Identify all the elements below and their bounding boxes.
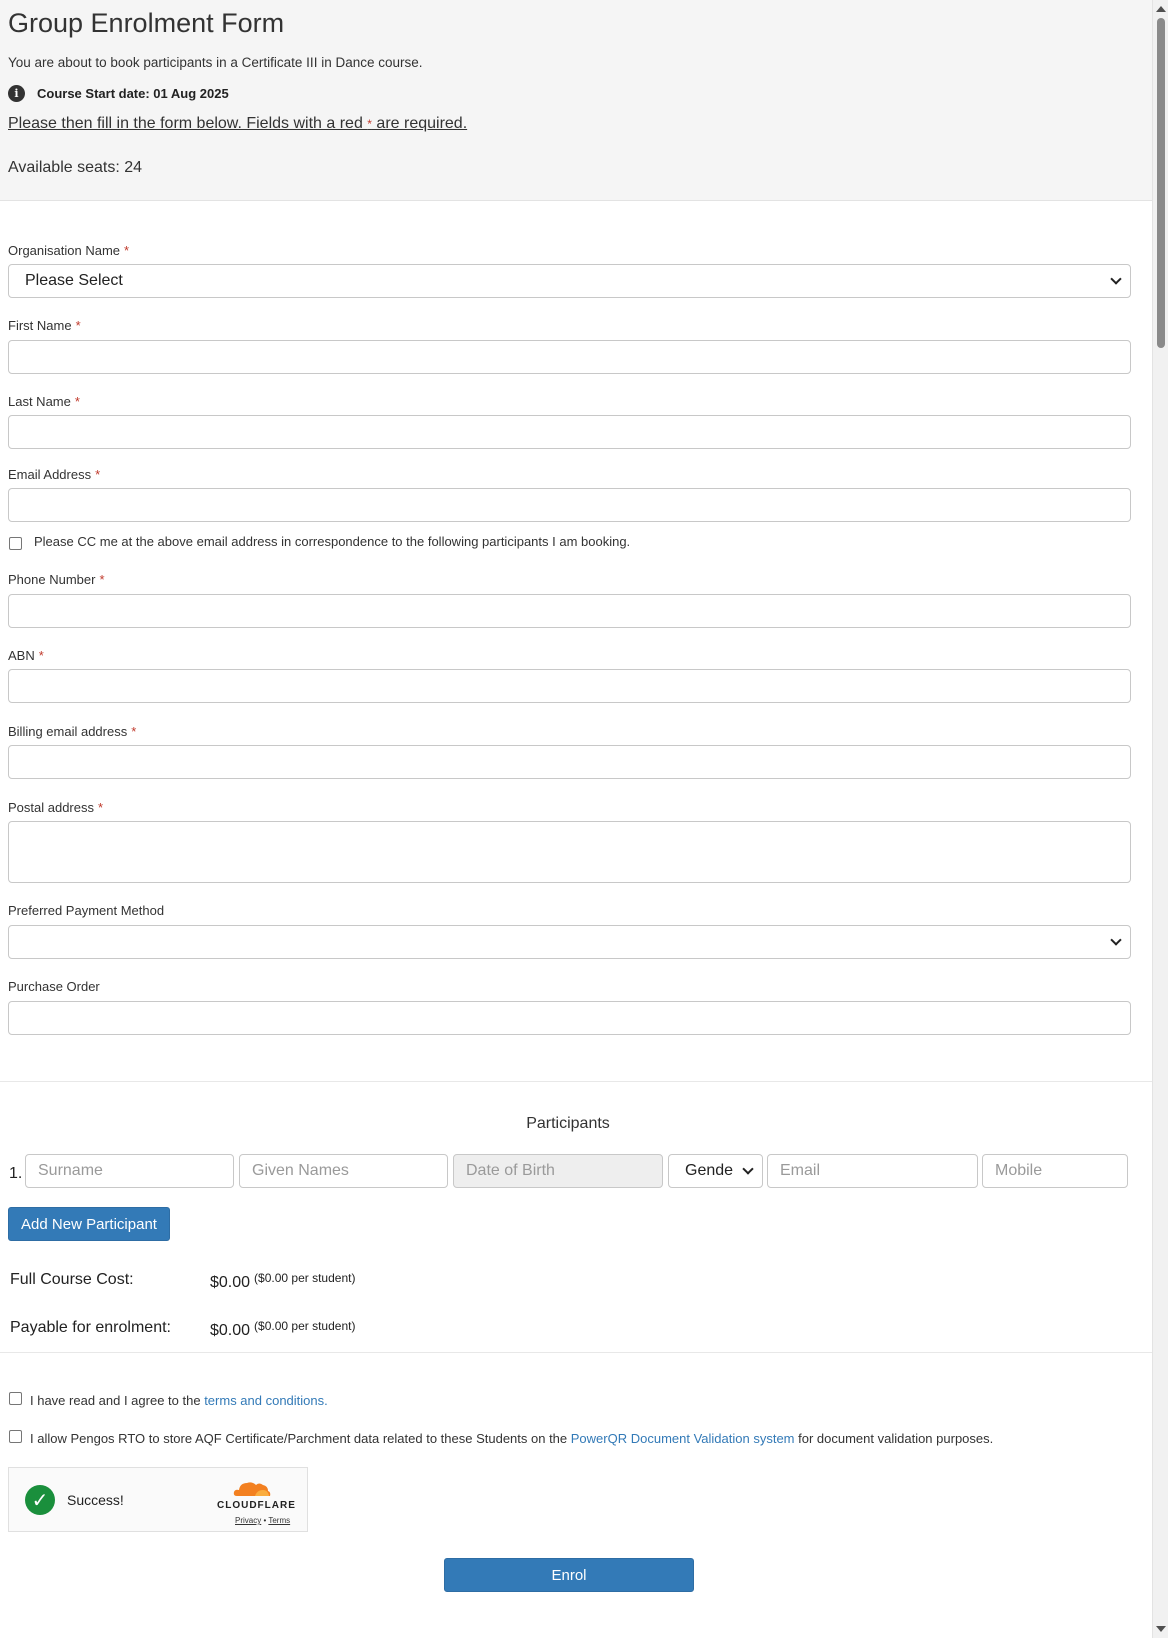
- powerqr-link[interactable]: PowerQR Document Validation system: [571, 1431, 795, 1446]
- course-start-date: Course Start date: 01 Aug 2025: [37, 86, 229, 101]
- abn-label-text: ABN: [8, 648, 35, 663]
- cloudflare-cloud-icon: [233, 1482, 271, 1496]
- section-divider: [0, 1352, 1152, 1353]
- aqf-text: I allow Pengos RTO to store AQF Certific…: [30, 1431, 571, 1446]
- purchase-order-label-text: Purchase Order: [8, 979, 100, 994]
- required-marker: *: [99, 572, 105, 587]
- captcha-status: Success!: [67, 1492, 124, 1508]
- chevron-down-icon: [1110, 934, 1122, 946]
- cc-me-checkbox[interactable]: [9, 537, 22, 550]
- aqf-consent-label: I allow Pengos RTO to store AQF Certific…: [30, 1431, 993, 1446]
- participant-given-names-input[interactable]: Given Names: [239, 1154, 448, 1188]
- organisation-select[interactable]: Please Select: [8, 264, 1131, 298]
- full-cost-amount: $0.00: [210, 1274, 251, 1291]
- phone-label-text: Phone Number: [8, 572, 96, 587]
- first-name-label-text: First Name: [8, 318, 72, 333]
- email-label: Email Address *: [8, 467, 100, 482]
- first-name-input[interactable]: [8, 340, 1131, 374]
- course-start-row: i Course Start date: 01 Aug 2025: [8, 85, 229, 102]
- full-course-cost-label: Full Course Cost:: [10, 1271, 134, 1288]
- postal-address-label: Postal address *: [8, 800, 103, 815]
- billing-email-label-text: Billing email address: [8, 724, 128, 739]
- add-participant-button[interactable]: Add New Participant: [8, 1207, 170, 1241]
- abn-label: ABN *: [8, 648, 44, 663]
- required-marker: *: [131, 724, 137, 739]
- aqf-consent-checkbox[interactable]: [9, 1430, 22, 1443]
- email-input[interactable]: [8, 488, 1131, 522]
- participant-gender-select[interactable]: Gende: [668, 1154, 763, 1188]
- organisation-label: Organisation Name *: [8, 243, 129, 258]
- form-header: Group Enrolment Form You are about to bo…: [0, 0, 1152, 201]
- billing-email-label: Billing email address *: [8, 724, 136, 739]
- instructions-text: Please then fill in the form below. Fiel…: [8, 115, 368, 132]
- form-instructions: Please then fill in the form below. Fiel…: [8, 115, 467, 133]
- page-title: Group Enrolment Form: [8, 8, 285, 38]
- full-course-cost-value: $0.00 ($0.00 per student): [210, 1271, 355, 1292]
- gender-selected-value: Gende: [685, 1162, 734, 1179]
- aqf-text-end: for document validation purposes.: [794, 1431, 994, 1446]
- course-intro: You are about to book participants in a …: [8, 55, 423, 70]
- last-name-label: Last Name *: [8, 394, 80, 409]
- participant-row-number: 1.: [9, 1165, 23, 1182]
- billing-email-input[interactable]: [8, 745, 1131, 779]
- participant-dob-input[interactable]: Date of Birth: [453, 1154, 663, 1188]
- phone-input[interactable]: [8, 594, 1131, 628]
- payable-value: $0.00 ($0.00 per student): [210, 1319, 355, 1340]
- phone-label: Phone Number *: [8, 572, 105, 587]
- first-name-label: First Name *: [8, 318, 81, 333]
- captcha-terms-link[interactable]: Terms: [268, 1516, 290, 1525]
- last-name-label-text: Last Name: [8, 394, 71, 409]
- payment-method-select[interactable]: [8, 925, 1131, 959]
- participant-surname-input[interactable]: Surname: [25, 1154, 234, 1188]
- enrol-button[interactable]: Enrol: [444, 1558, 694, 1592]
- abn-input[interactable]: [8, 669, 1131, 703]
- purchase-order-input[interactable]: [8, 1001, 1131, 1035]
- info-icon: i: [8, 85, 25, 102]
- success-check-icon: ✓: [25, 1485, 55, 1515]
- organisation-selected-value: Please Select: [25, 272, 123, 289]
- cloudflare-logo: CLOUDFLARE: [217, 1500, 296, 1511]
- chevron-down-icon: [1110, 273, 1122, 285]
- captcha-privacy-link[interactable]: Privacy: [235, 1516, 261, 1525]
- postal-address-textarea[interactable]: [8, 821, 1131, 883]
- required-marker: *: [38, 648, 44, 663]
- terms-text: I have read and I agree to the: [30, 1393, 205, 1408]
- captcha-widget: ✓ Success! CLOUDFLARE Privacy • Terms: [8, 1467, 308, 1532]
- participant-email-input[interactable]: Email: [767, 1154, 978, 1188]
- required-marker: *: [75, 318, 81, 333]
- chevron-down-icon: [742, 1163, 754, 1175]
- postal-address-label-text: Postal address: [8, 800, 94, 815]
- section-divider: [0, 1081, 1152, 1082]
- required-marker: *: [124, 243, 130, 258]
- terms-label: I have read and I agree to the terms and…: [30, 1393, 328, 1408]
- email-label-text: Email Address: [8, 467, 92, 482]
- terms-link[interactable]: terms and conditions.: [204, 1393, 328, 1408]
- participants-title: Participants: [526, 1115, 610, 1132]
- terms-checkbox[interactable]: [9, 1392, 22, 1405]
- payable-per-student: ($0.00 per student): [254, 1319, 356, 1333]
- required-marker: *: [98, 800, 104, 815]
- available-seats: Available seats: 24: [8, 159, 143, 176]
- purchase-order-label: Purchase Order: [8, 979, 100, 994]
- scrollbar-thumb[interactable]: [1157, 18, 1165, 348]
- last-name-input[interactable]: [8, 415, 1131, 449]
- scroll-down-icon[interactable]: [1156, 1626, 1166, 1632]
- payable-label: Payable for enrolment:: [10, 1319, 171, 1336]
- page-scrollbar[interactable]: [1152, 0, 1168, 1638]
- organisation-label-text: Organisation Name: [8, 243, 120, 258]
- cc-me-label: Please CC me at the above email address …: [34, 534, 631, 549]
- required-marker: *: [74, 394, 80, 409]
- captcha-links: Privacy • Terms: [235, 1516, 290, 1525]
- payment-method-label: Preferred Payment Method: [8, 903, 164, 918]
- full-cost-per-student: ($0.00 per student): [254, 1271, 356, 1285]
- payment-method-label-text: Preferred Payment Method: [8, 903, 165, 918]
- payable-amount: $0.00: [210, 1322, 251, 1339]
- scroll-up-icon[interactable]: [1156, 6, 1166, 12]
- enrolment-page: Group Enrolment Form You are about to bo…: [0, 0, 1152, 1638]
- required-marker: *: [95, 467, 101, 482]
- instructions-text-end: are required.: [371, 115, 468, 132]
- participant-mobile-input[interactable]: Mobile: [982, 1154, 1128, 1188]
